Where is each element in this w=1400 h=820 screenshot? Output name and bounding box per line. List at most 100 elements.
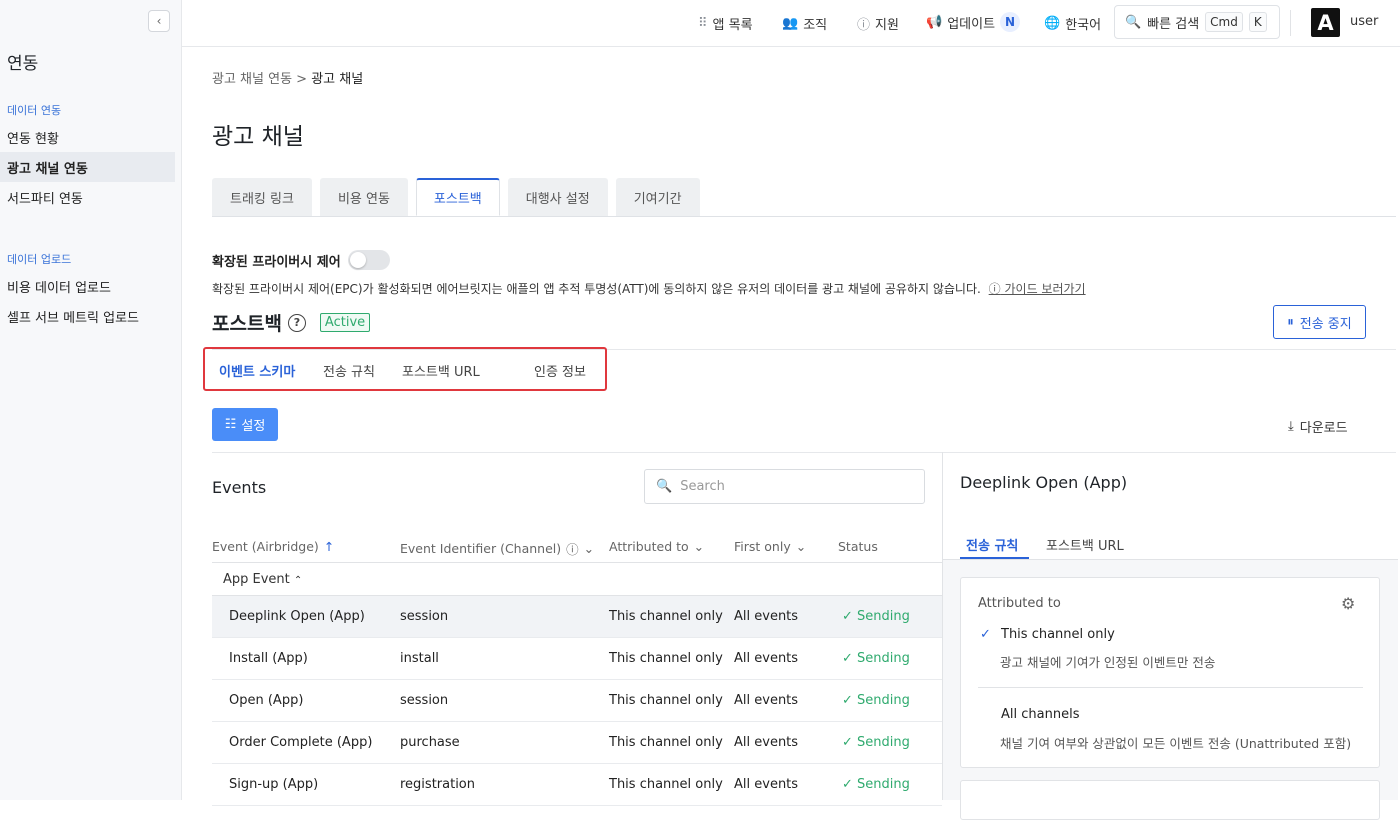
privacy-toggle[interactable] bbox=[347, 250, 390, 270]
cell-status: ✓ Sending bbox=[842, 735, 910, 750]
detail-tab-sending-rules[interactable]: 전송 규칙 bbox=[966, 535, 1018, 554]
updates-badge: N bbox=[1000, 12, 1021, 32]
status-label: Sending bbox=[857, 777, 910, 792]
sidebar-section-data-integration: 데이터 연동 bbox=[7, 104, 62, 117]
cell-event: Open (App) bbox=[229, 693, 304, 708]
sidebar-item-third-party[interactable]: 서드파티 연동 bbox=[0, 182, 175, 212]
chevron-left-icon[interactable]: ‹ bbox=[148, 10, 170, 32]
avatar[interactable]: A bbox=[1311, 8, 1340, 37]
column-status: Status bbox=[838, 539, 878, 554]
question-circle-icon[interactable]: ? bbox=[287, 313, 306, 332]
cell-attributed: This channel only bbox=[609, 735, 723, 750]
cell-status: ✓ Sending bbox=[842, 693, 910, 708]
table-row[interactable]: Order Complete (App) purchase This chann… bbox=[212, 722, 942, 764]
stop-sending-button[interactable]: ⏸ 전송 중지 bbox=[1273, 305, 1366, 339]
sidebar-item-metric-upload[interactable]: 셀프 서브 메트릭 업로드 bbox=[0, 301, 175, 331]
table-row[interactable]: Deeplink Open (App) session This channel… bbox=[212, 596, 942, 638]
username[interactable]: user bbox=[1350, 14, 1378, 29]
cell-attributed: This channel only bbox=[609, 693, 723, 708]
cell-first-only: All events bbox=[734, 651, 799, 666]
postback-subtabs: 이벤트 스키마 전송 규칙 포스트백 URL 인증 정보 bbox=[203, 347, 607, 391]
divider bbox=[978, 687, 1363, 688]
cell-identifier: registration bbox=[400, 777, 476, 792]
status-label: Sending bbox=[857, 609, 910, 624]
cell-event: Sign-up (App) bbox=[229, 777, 319, 792]
tab-agency-settings[interactable]: 대행사 설정 bbox=[507, 178, 608, 216]
settings-label: 설정 bbox=[241, 419, 266, 434]
tab-postback[interactable]: 포스트백 bbox=[415, 178, 500, 216]
download-icon: ⤓ bbox=[1288, 419, 1294, 434]
option-all-channels-desc: 채널 기여 여부와 상관없이 모든 이벤트 전송 (Unattributed 포… bbox=[1000, 736, 1352, 751]
support-button[interactable]: ⓘ 지원 bbox=[857, 14, 899, 33]
tab-attribution-window[interactable]: 기여기간 bbox=[615, 178, 700, 216]
page-title: 광고 채널 bbox=[212, 124, 304, 150]
search-icon: 🔍 bbox=[1125, 14, 1142, 30]
column-event[interactable]: Event (Airbridge) ↑ bbox=[212, 539, 334, 554]
guide-link[interactable]: ⓘ 가이드 보러가기 bbox=[989, 282, 1086, 296]
people-icon: 👥 bbox=[782, 16, 799, 31]
sidebar-item-cost-upload[interactable]: 비용 데이터 업로드 bbox=[0, 271, 175, 301]
language-button[interactable]: 🌐 한국어 bbox=[1044, 14, 1101, 33]
settings-button[interactable]: ☷ 설정 bbox=[212, 408, 278, 441]
check-icon: ✓ bbox=[842, 609, 858, 624]
sidebar-item-integration-status[interactable]: 연동 현황 bbox=[0, 122, 175, 152]
chevron-up-icon: ⌃ bbox=[293, 575, 303, 586]
main-tabs: 트래킹 링크 비용 연동 포스트백 대행사 설정 기여기간 bbox=[212, 178, 700, 216]
stop-sending-label: 전송 중지 bbox=[1299, 316, 1352, 332]
column-identifier[interactable]: Event Identifier (Channel) ⓘ ⌄ bbox=[400, 539, 594, 558]
quick-search-button[interactable]: 🔍 빠른 검색 Cmd K bbox=[1114, 5, 1280, 39]
megaphone-icon: 📢 bbox=[926, 14, 943, 30]
sidebar-section-data-upload: 데이터 업로드 bbox=[7, 253, 72, 266]
subtab-auth-info[interactable]: 인증 정보 bbox=[534, 361, 586, 380]
status-label: Sending bbox=[857, 735, 910, 750]
app-list-button[interactable]: ⠿ 앱 목록 bbox=[698, 14, 753, 33]
quick-search-label: 빠른 검색 bbox=[1147, 16, 1200, 32]
active-tab-indicator bbox=[960, 557, 1029, 559]
download-button[interactable]: ⤓ 다운로드 bbox=[1288, 417, 1348, 436]
events-search-input[interactable]: 🔍 Search bbox=[644, 469, 925, 504]
detail-title: Deeplink Open (App) bbox=[960, 473, 1128, 492]
pause-icon: ⏸ bbox=[1287, 314, 1294, 330]
option-this-channel[interactable]: This channel only bbox=[1001, 627, 1115, 642]
cell-attributed: This channel only bbox=[609, 651, 723, 666]
breadcrumb-current: 광고 채널 bbox=[311, 72, 364, 87]
cell-identifier: session bbox=[400, 693, 449, 708]
org-label: 조직 bbox=[803, 18, 828, 33]
cell-event: Install (App) bbox=[229, 651, 308, 666]
updates-label: 업데이트 bbox=[947, 16, 996, 32]
subtab-event-schema[interactable]: 이벤트 스키마 bbox=[219, 361, 295, 380]
sidebar-item-ad-channel[interactable]: 광고 채널 연동 bbox=[0, 152, 175, 182]
updates-button[interactable]: 📢 업데이트 N bbox=[926, 12, 1021, 32]
subtab-sending-rules[interactable]: 전송 규칙 bbox=[323, 361, 375, 380]
subtab-postback-url[interactable]: 포스트백 URL bbox=[402, 361, 480, 380]
chevron-down-icon: ⌄ bbox=[583, 541, 595, 556]
column-first-only[interactable]: First only ⌄ bbox=[734, 539, 806, 554]
column-event-label: Event (Airbridge) bbox=[212, 539, 319, 554]
sidebar-title: 연동 bbox=[7, 54, 39, 74]
detail-tab-postback-url[interactable]: 포스트백 URL bbox=[1046, 535, 1124, 554]
column-status-label: Status bbox=[838, 539, 878, 554]
divider bbox=[212, 562, 942, 563]
check-icon: ✓ bbox=[842, 693, 858, 708]
card-label: Attributed to bbox=[978, 596, 1061, 611]
tab-tracking-link[interactable]: 트래킹 링크 bbox=[212, 178, 312, 216]
events-title: Events bbox=[212, 478, 267, 497]
cell-first-only: All events bbox=[734, 735, 799, 750]
breadcrumb-parent[interactable]: 광고 채널 연동 bbox=[212, 72, 292, 87]
privacy-description-text: 확장된 프라이버시 제어(EPC)가 활성화되면 에어브릿지는 애플의 앱 추적… bbox=[212, 282, 981, 296]
cell-status: ✓ Sending bbox=[842, 777, 910, 792]
sort-up-icon: ↑ bbox=[323, 539, 335, 554]
postback-header: 포스트백 ? Active bbox=[212, 309, 371, 336]
column-attributed[interactable]: Attributed to ⌄ bbox=[609, 539, 704, 554]
table-row[interactable]: Install (App) install This channel only … bbox=[212, 638, 942, 680]
option-all-channels[interactable]: All channels bbox=[1001, 707, 1079, 722]
cell-attributed: This channel only bbox=[609, 609, 723, 624]
check-icon: ✓ bbox=[980, 627, 991, 642]
group-app-event[interactable]: App Event ⌃ bbox=[223, 572, 302, 587]
check-icon: ✓ bbox=[842, 735, 858, 750]
grid-icon: ⠿ bbox=[698, 16, 708, 31]
tab-cost-integration[interactable]: 비용 연동 bbox=[319, 178, 408, 216]
table-row[interactable]: Open (App) session This channel only All… bbox=[212, 680, 942, 722]
gear-icon[interactable]: ⚙ bbox=[1341, 594, 1355, 613]
org-button[interactable]: 👥 조직 bbox=[782, 14, 827, 33]
